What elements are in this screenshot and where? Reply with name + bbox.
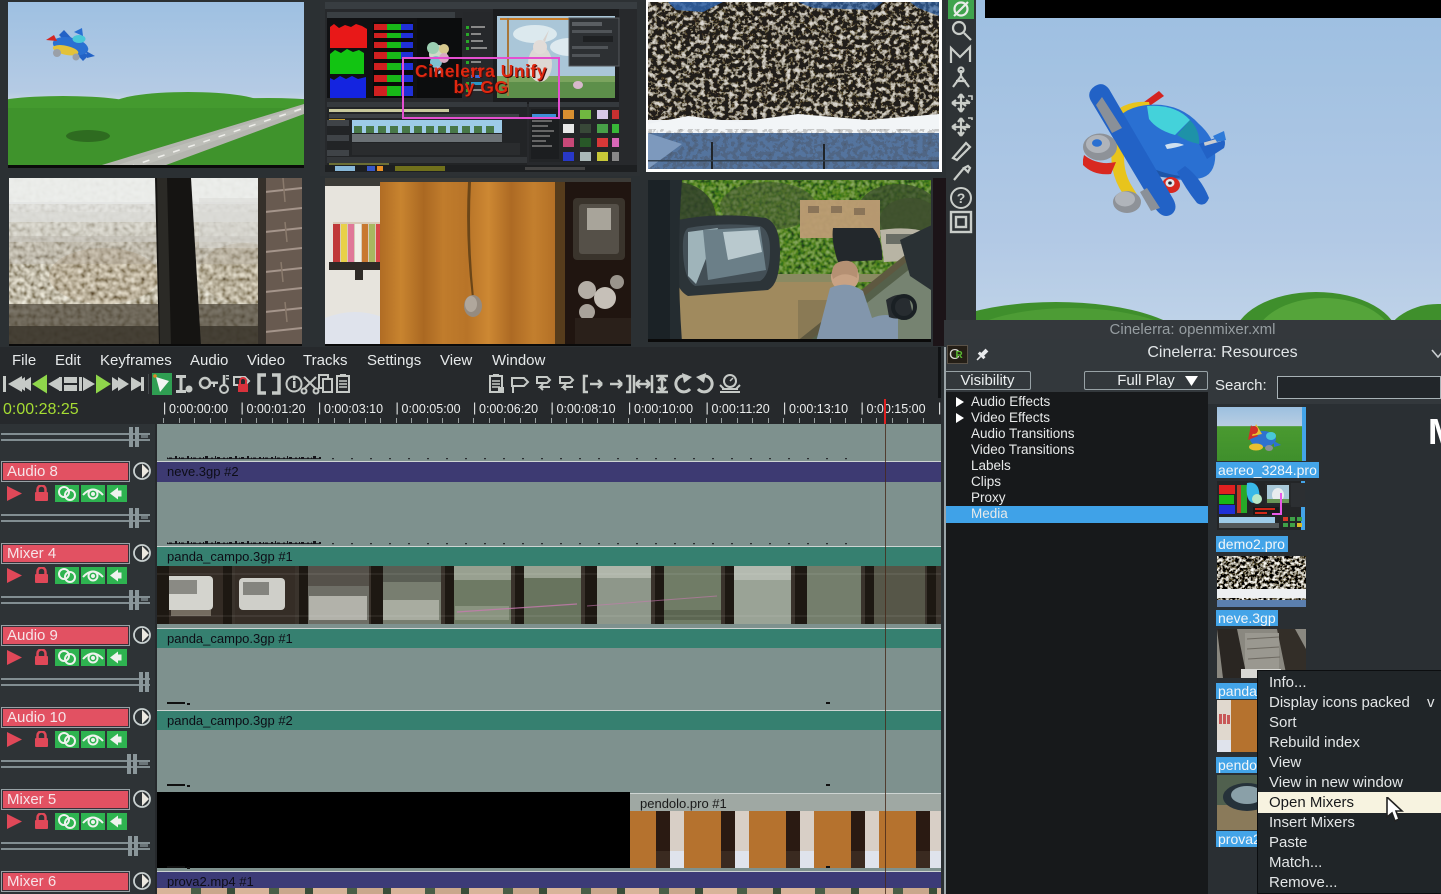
svg-text:?: ? [957, 190, 966, 206]
